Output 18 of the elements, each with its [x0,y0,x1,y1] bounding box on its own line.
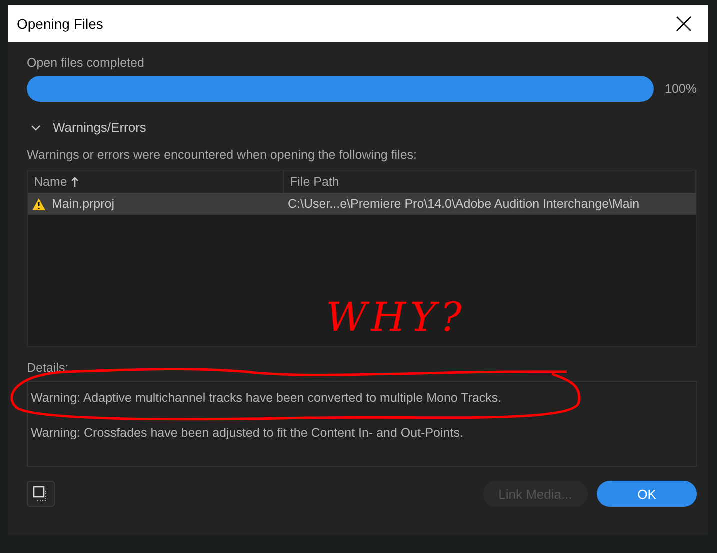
table-cell-text: C:\User...e\Premiere Pro\14.0\Adobe Audition Interchange\Main [287,196,641,213]
details-label: Details: [27,361,70,375]
section-toggle[interactable]: Warnings/Errors [27,120,146,135]
progress-label: Open files completed [27,56,146,70]
window-title: Opening Files [17,16,104,32]
table-row[interactable]: Main.prproj C:\User...e\Premiere Pro\14.0\Adobe Audition Interchange\Main [28,193,696,215]
ok-button[interactable]: OK [597,481,697,507]
window-resize-icon [33,486,49,502]
annotation-text: WHY? [326,295,466,341]
detail-line: Warning: Adaptive multichannel tracks have been converted to multiple Mono Tracks. [31,391,502,405]
sort-arrow-icon [71,177,80,187]
close-icon [676,16,692,32]
progress-reading: 100% [665,82,697,96]
file-name: Main.prproj [52,197,115,211]
resize-button[interactable] [27,481,55,507]
chevron-icon [31,124,41,130]
detail-line: Warning: Crossfades have been adjusted to fit the Content In- and Out-Points. [31,426,464,440]
section-description: Warnings or errors were encountered when opening the following files: [27,148,418,162]
